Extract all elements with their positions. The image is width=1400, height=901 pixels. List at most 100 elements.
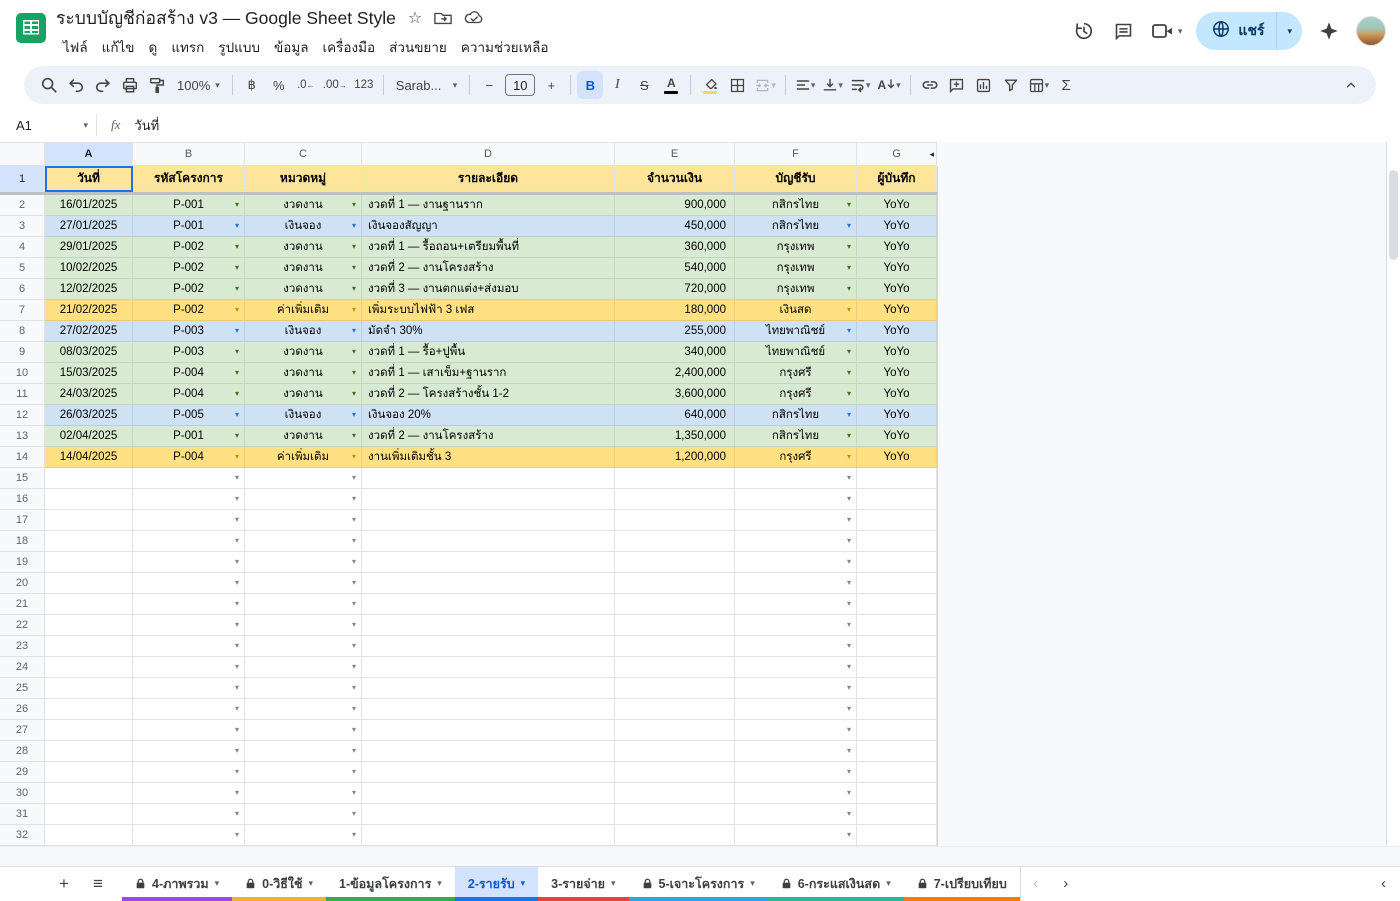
dropdown-arrow-icon[interactable]: ▾ xyxy=(352,411,356,419)
dropdown-arrow-icon[interactable]: ▾ xyxy=(352,747,356,755)
menu-item[interactable]: เครื่องมือ xyxy=(316,35,383,59)
cell-B6[interactable]: P-002▾ xyxy=(133,279,245,300)
cell-G14[interactable]: YoYo xyxy=(857,447,937,468)
cell-A19[interactable] xyxy=(45,552,133,573)
dropdown-arrow-icon[interactable]: ▾ xyxy=(847,642,851,650)
hidden-columns-marker[interactable]: ◂ xyxy=(929,150,934,159)
row-header-26[interactable]: 26 xyxy=(0,699,45,720)
cell-A12[interactable]: 26/03/2025 xyxy=(45,405,133,426)
dropdown-arrow-icon[interactable]: ▾ xyxy=(352,642,356,650)
menu-item[interactable]: ความช่วยเหลือ xyxy=(454,35,556,59)
cell-B27[interactable]: ▾ xyxy=(133,720,245,741)
cell-G7[interactable]: YoYo xyxy=(857,300,937,321)
cell-F13[interactable]: กสิกรไทย▾ xyxy=(735,426,857,447)
dropdown-arrow-icon[interactable]: ▾ xyxy=(235,201,239,209)
cell-F7[interactable]: เงินสด▾ xyxy=(735,300,857,321)
dropdown-arrow-icon[interactable]: ▾ xyxy=(352,705,356,713)
cell-A10[interactable]: 15/03/2025 xyxy=(45,363,133,384)
functions-button[interactable]: Σ xyxy=(1053,71,1079,99)
cell-A27[interactable] xyxy=(45,720,133,741)
dropdown-arrow-icon[interactable]: ▾ xyxy=(847,285,851,293)
collapse-side-button[interactable]: ‹ xyxy=(1381,875,1386,892)
cell-G5[interactable]: YoYo xyxy=(857,258,937,279)
cell-G26[interactable] xyxy=(857,699,937,720)
row-header-29[interactable]: 29 xyxy=(0,762,45,783)
dropdown-arrow-icon[interactable]: ▾ xyxy=(847,621,851,629)
dropdown-arrow-icon[interactable]: ▾ xyxy=(352,285,356,293)
cell-E21[interactable] xyxy=(615,594,735,615)
account-avatar[interactable] xyxy=(1356,16,1386,46)
cell-E2[interactable]: 900,000 xyxy=(615,195,735,216)
dropdown-arrow-icon[interactable]: ▾ xyxy=(847,201,851,209)
cell-A14[interactable]: 14/04/2025 xyxy=(45,447,133,468)
cell-A6[interactable]: 12/02/2025 xyxy=(45,279,133,300)
row-header-21[interactable]: 21 xyxy=(0,594,45,615)
dropdown-arrow-icon[interactable]: ▾ xyxy=(352,537,356,545)
cell-A3[interactable]: 27/01/2025 xyxy=(45,216,133,237)
row-header-15[interactable]: 15 xyxy=(0,468,45,489)
menu-item[interactable]: ส่วนขยาย xyxy=(382,35,454,59)
cell-G15[interactable] xyxy=(857,468,937,489)
cell-D32[interactable] xyxy=(362,825,615,846)
dropdown-arrow-icon[interactable]: ▾ xyxy=(352,831,356,839)
cell-E22[interactable] xyxy=(615,615,735,636)
cell-C4[interactable]: งวดงาน▾ xyxy=(245,237,362,258)
cell-E28[interactable] xyxy=(615,741,735,762)
name-box[interactable]: A1 ▾ xyxy=(0,118,96,133)
cell-E10[interactable]: 2,400,000 xyxy=(615,363,735,384)
cell-F27[interactable]: ▾ xyxy=(735,720,857,741)
cell-B31[interactable]: ▾ xyxy=(133,804,245,825)
cell-G4[interactable]: YoYo xyxy=(857,237,937,258)
dropdown-arrow-icon[interactable]: ▾ xyxy=(235,831,239,839)
cell-D12[interactable]: เงินจอง 20% xyxy=(362,405,615,426)
font-size-input[interactable]: 10 xyxy=(505,74,535,96)
text-wrap-button[interactable]: ▾ xyxy=(847,71,874,99)
row-header-1[interactable]: 1 xyxy=(0,166,45,192)
row-header-12[interactable]: 12 xyxy=(0,405,45,426)
cell-D19[interactable] xyxy=(362,552,615,573)
cell-C15[interactable]: ▾ xyxy=(245,468,362,489)
cell-B15[interactable]: ▾ xyxy=(133,468,245,489)
dropdown-arrow-icon[interactable]: ▾ xyxy=(235,495,239,503)
print-icon[interactable] xyxy=(117,71,143,99)
dropdown-arrow-icon[interactable]: ▾ xyxy=(352,600,356,608)
cell-C31[interactable]: ▾ xyxy=(245,804,362,825)
currency-format-button[interactable]: ฿ xyxy=(239,71,265,99)
cell-D18[interactable] xyxy=(362,531,615,552)
sheet-tab-caret[interactable]: ▾ xyxy=(521,878,526,889)
cell-F32[interactable]: ▾ xyxy=(735,825,857,846)
cell-F16[interactable]: ▾ xyxy=(735,489,857,510)
cell-D21[interactable] xyxy=(362,594,615,615)
cell-C22[interactable]: ▾ xyxy=(245,615,362,636)
dropdown-arrow-icon[interactable]: ▾ xyxy=(352,726,356,734)
cell-E29[interactable] xyxy=(615,762,735,783)
cell-B11[interactable]: P-004▾ xyxy=(133,384,245,405)
sheet-tab-caret[interactable]: ▾ xyxy=(611,878,616,889)
dropdown-arrow-icon[interactable]: ▾ xyxy=(847,306,851,314)
dropdown-arrow-icon[interactable]: ▾ xyxy=(352,306,356,314)
dropdown-arrow-icon[interactable]: ▾ xyxy=(847,747,851,755)
dropdown-arrow-icon[interactable]: ▾ xyxy=(235,621,239,629)
cell-F24[interactable]: ▾ xyxy=(735,657,857,678)
strikethrough-button[interactable]: S xyxy=(631,71,657,99)
cell-A8[interactable]: 27/02/2025 xyxy=(45,321,133,342)
cell-G9[interactable]: YoYo xyxy=(857,342,937,363)
dropdown-arrow-icon[interactable]: ▾ xyxy=(847,411,851,419)
cell-C8[interactable]: เงินจอง▾ xyxy=(245,321,362,342)
cell-G11[interactable]: YoYo xyxy=(857,384,937,405)
insert-table-button[interactable]: ▾ xyxy=(1025,71,1053,99)
cell-G18[interactable] xyxy=(857,531,937,552)
cell-B23[interactable]: ▾ xyxy=(133,636,245,657)
dropdown-arrow-icon[interactable]: ▾ xyxy=(847,369,851,377)
comments-icon[interactable] xyxy=(1111,18,1137,44)
cell-B26[interactable]: ▾ xyxy=(133,699,245,720)
cell-C5[interactable]: งวดงาน▾ xyxy=(245,258,362,279)
cell-E31[interactable] xyxy=(615,804,735,825)
cell-B1[interactable]: รหัสโครงการ xyxy=(133,166,245,192)
cell-E26[interactable] xyxy=(615,699,735,720)
row-header-3[interactable]: 3 xyxy=(0,216,45,237)
cell-B2[interactable]: P-001▾ xyxy=(133,195,245,216)
cell-G28[interactable] xyxy=(857,741,937,762)
dropdown-arrow-icon[interactable]: ▾ xyxy=(235,453,239,461)
cell-B12[interactable]: P-005▾ xyxy=(133,405,245,426)
